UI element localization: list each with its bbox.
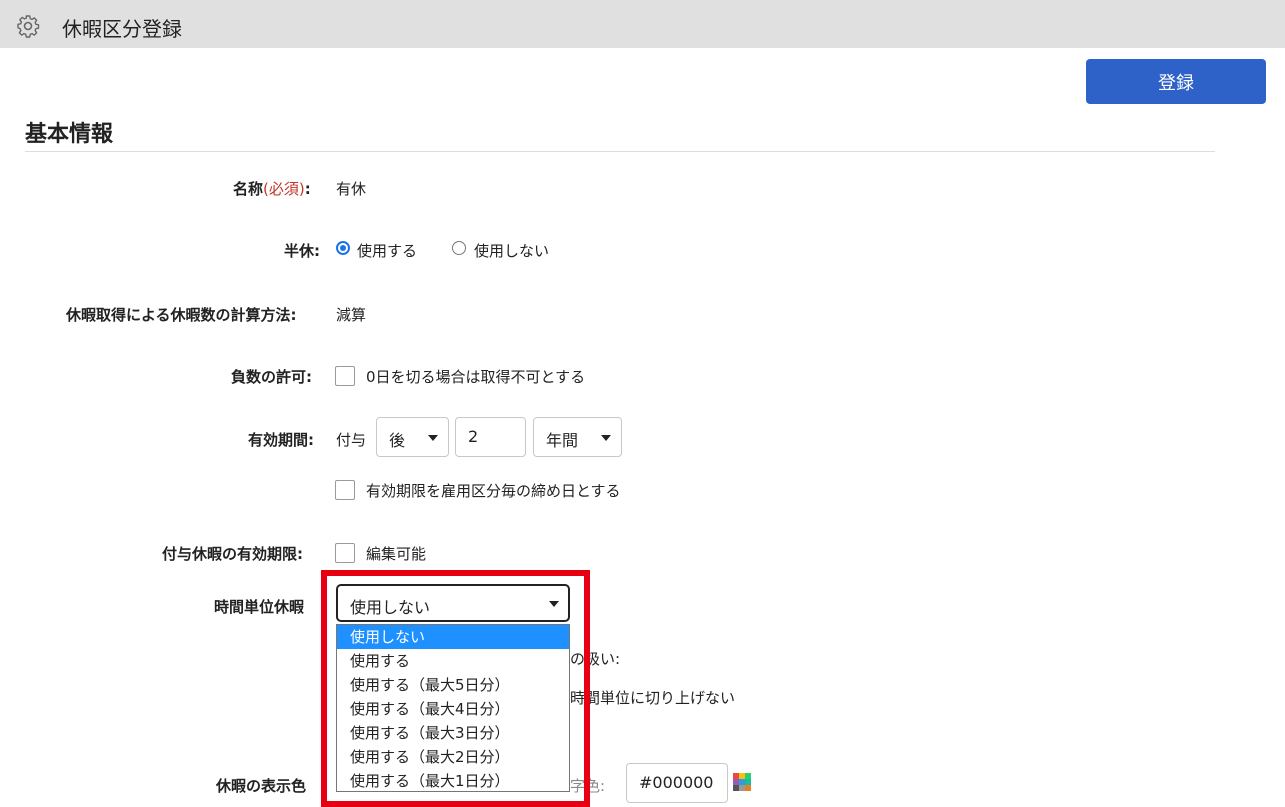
- half-day-use-radio[interactable]: [336, 241, 350, 255]
- half-day-use-label[interactable]: 使用する: [357, 240, 417, 261]
- negative-checkbox-label[interactable]: 0日を切る場合は取得不可とする: [366, 366, 585, 387]
- name-value: 有休: [336, 180, 367, 198]
- name-label-colon: :: [304, 180, 311, 198]
- granted-expiry-label: 付与休暇の有効期限:: [162, 545, 303, 563]
- validity-direction-value: 後: [389, 431, 406, 450]
- name-label-text: 名称: [233, 180, 264, 198]
- chevron-down-icon: [601, 435, 611, 441]
- validity-amount-input[interactable]: 2: [455, 417, 526, 457]
- highlight-annotation: [321, 570, 590, 807]
- title-bar: 休暇区分登録: [0, 0, 1285, 48]
- closing-day-checkbox[interactable]: [335, 480, 355, 500]
- negative-label: 負数の許可:: [231, 368, 312, 386]
- color-palette-icon[interactable]: [733, 773, 751, 791]
- calc-method-value: 減算: [336, 306, 367, 324]
- section-title: 基本情報: [25, 122, 114, 147]
- gear-icon[interactable]: [16, 14, 40, 38]
- chevron-down-icon: [428, 435, 438, 441]
- validity-unit-select[interactable]: 年間: [533, 417, 622, 457]
- validity-direction-select[interactable]: 後: [376, 417, 449, 457]
- page-title: 休暇区分登録: [62, 17, 182, 41]
- half-day-label: 半休:: [284, 242, 320, 260]
- text-color-input[interactable]: #000000: [626, 763, 728, 803]
- name-label: 名称(必須):: [233, 178, 311, 199]
- half-day-no-label[interactable]: 使用しない: [474, 240, 549, 261]
- negative-checkbox[interactable]: [335, 366, 355, 386]
- closing-day-checkbox-label[interactable]: 有効期限を雇用区分毎の締め日とする: [366, 480, 621, 501]
- register-button[interactable]: 登録: [1086, 59, 1266, 104]
- hourly-roundup-option-partial: 時間単位に切り上げない: [570, 689, 736, 707]
- section-divider: [25, 151, 1215, 152]
- required-mark: (必須): [263, 180, 305, 198]
- hourly-leave-label: 時間単位休暇: [214, 598, 305, 616]
- validity-unit-value: 年間: [546, 431, 579, 450]
- half-day-no-radio[interactable]: [452, 241, 466, 255]
- validity-label: 有効期間:: [248, 431, 314, 449]
- display-color-label: 休暇の表示色: [216, 777, 307, 795]
- granted-expiry-checkbox[interactable]: [335, 543, 355, 563]
- validity-amount-value: 2: [468, 427, 479, 446]
- granted-expiry-checkbox-label[interactable]: 編集可能: [366, 543, 426, 564]
- validity-prefix: 付与: [336, 431, 367, 449]
- calc-method-label: 休暇取得による休暇数の計算方法:: [66, 306, 297, 324]
- text-color-value: #000000: [639, 773, 714, 792]
